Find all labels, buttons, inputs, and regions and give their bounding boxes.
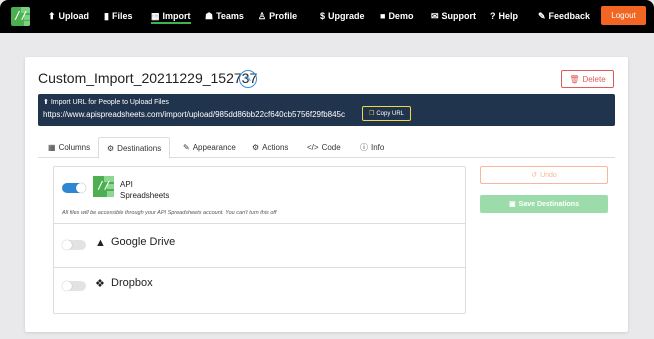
dollar-icon: $ — [320, 10, 326, 21]
undo-button[interactable]: ↺ Undo — [480, 166, 608, 184]
nav-support-label: Support — [441, 11, 477, 21]
destinations-panel: // API Spreadsheets All files will be ac… — [53, 166, 466, 314]
import-icon: ▦ — [151, 10, 160, 21]
brush-icon: ✎ — [183, 143, 190, 152]
nav-teams[interactable]: ☗ Teams — [205, 11, 244, 21]
google-drive-icon: ▲ — [95, 237, 106, 249]
nav-upgrade-label: Upgrade — [328, 11, 365, 21]
tab-info-label: Info — [371, 143, 385, 152]
destination-api: // API Spreadsheets All files will be ac… — [54, 167, 465, 224]
nav-profile-label: Profile — [269, 11, 298, 21]
nav-feedback[interactable]: ✎ Feedback — [538, 11, 590, 21]
google-drive-name: Google Drive — [111, 236, 176, 248]
tab-columns-label: Columns — [58, 143, 91, 152]
nav-upload[interactable]: ⬆ Upload — [48, 11, 89, 21]
edit-title-button[interactable]: ✎ — [239, 70, 257, 88]
copy-icon: ❐ — [368, 111, 375, 117]
tab-code[interactable]: </> Code — [299, 137, 349, 158]
tab-info[interactable]: ⓘ Info — [352, 137, 392, 158]
tab-actions-label: Actions — [262, 143, 289, 152]
import-url-bar: ⬆ Import URL for People to Upload Files … — [38, 94, 615, 126]
help-icon: ? — [490, 10, 496, 21]
tab-code-label: Code — [321, 143, 341, 152]
nav-files-label: Files — [111, 11, 133, 21]
app-logo[interactable]: // — [11, 7, 30, 26]
undo-label: Undo — [540, 171, 557, 179]
nav-import[interactable]: ▦ Import — [151, 11, 191, 24]
nav-import-label: Import — [162, 11, 191, 21]
delete-button[interactable]: 🗑 Delete — [561, 70, 614, 88]
top-navbar: // ⬆ Upload ▮ Files ▦ Import ☗ Teams ♙ P… — [0, 0, 654, 33]
teams-icon: ☗ — [205, 10, 214, 21]
profile-icon: ♙ — [258, 10, 267, 21]
tab-appearance-label: Appearance — [192, 143, 236, 152]
nav-teams-label: Teams — [216, 11, 244, 21]
code-icon: </> — [307, 143, 319, 152]
upload-icon: ⬆ — [48, 10, 56, 21]
mail-icon: ✉ — [431, 10, 439, 21]
nav-demo[interactable]: ■ Demo — [380, 11, 413, 21]
import-url-label: ⬆ Import URL for People to Upload Files — [43, 99, 169, 106]
table-icon: ▦ — [48, 143, 56, 152]
toggle-knob — [76, 183, 86, 193]
copy-url-label: Copy URL — [376, 110, 405, 117]
save-destinations-button[interactable]: ▣ Save Destinations — [480, 195, 608, 213]
pencil-icon: ✎ — [244, 73, 252, 84]
dropbox-icon: ❖ — [95, 278, 105, 290]
nav-upgrade[interactable]: $ Upgrade — [320, 11, 365, 21]
dropbox-toggle[interactable] — [62, 281, 86, 291]
files-icon: ▮ — [104, 10, 109, 21]
api-toggle[interactable] — [62, 183, 86, 193]
import-card: Custom_Import_20211229_152737 ✎ 🗑 Delete… — [25, 57, 628, 332]
tab-destinations[interactable]: ⚙ Destinations — [98, 137, 171, 159]
dropbox-name: Dropbox — [111, 277, 153, 289]
info-icon: ⓘ — [360, 143, 368, 152]
destination-dropbox: ❖ Dropbox — [54, 268, 465, 313]
destination-google-drive: ▲ Google Drive — [54, 224, 465, 268]
nav-profile[interactable]: ♙ Profile — [258, 11, 297, 21]
save-destinations-label: Save Destinations — [518, 200, 579, 208]
nav-files[interactable]: ▮ Files — [104, 11, 132, 21]
destinations-icon: ⚙ — [107, 143, 115, 153]
logout-button[interactable]: Logout — [601, 6, 646, 25]
tab-columns[interactable]: ▦ Columns — [40, 137, 98, 158]
video-icon: ■ — [380, 10, 386, 21]
api-destination-note: All files will be accessible through you… — [62, 210, 277, 216]
toggle-knob — [62, 281, 72, 291]
import-url-text[interactable]: https://www.apispreadsheets.com/import/u… — [43, 110, 360, 119]
page-title: Custom_Import_20211229_152737 — [38, 70, 258, 86]
feedback-icon: ✎ — [538, 10, 546, 21]
google-drive-toggle[interactable] — [62, 240, 86, 250]
undo-icon: ↺ — [531, 172, 538, 179]
api-destination-name: API Spreadsheets — [120, 180, 170, 200]
nav-help-label: Help — [498, 11, 519, 21]
nav-help[interactable]: ? Help — [490, 11, 518, 21]
nav-feedback-label: Feedback — [548, 11, 591, 21]
tab-destinations-label: Destinations — [117, 143, 162, 153]
trash-icon: 🗑 — [569, 74, 580, 84]
nav-demo-label: Demo — [388, 11, 414, 21]
nav-support[interactable]: ✉ Support — [431, 11, 476, 21]
tab-actions[interactable]: ⚙ Actions — [244, 137, 296, 158]
api-spreadsheets-logo: // — [93, 176, 114, 197]
toggle-knob — [62, 240, 72, 250]
gears-icon: ⚙ — [252, 143, 260, 152]
settings-tabs: ▦ Columns ⚙ Destinations ✎ Appearance ⚙ … — [38, 137, 615, 159]
nav-upload-label: Upload — [58, 11, 90, 21]
save-icon: ▣ — [509, 201, 516, 208]
delete-label: Delete — [582, 74, 606, 84]
upload-icon: ⬆ — [43, 99, 49, 106]
copy-url-button[interactable]: ❐ Copy URL — [362, 106, 411, 121]
tab-appearance[interactable]: ✎ Appearance — [175, 137, 244, 158]
